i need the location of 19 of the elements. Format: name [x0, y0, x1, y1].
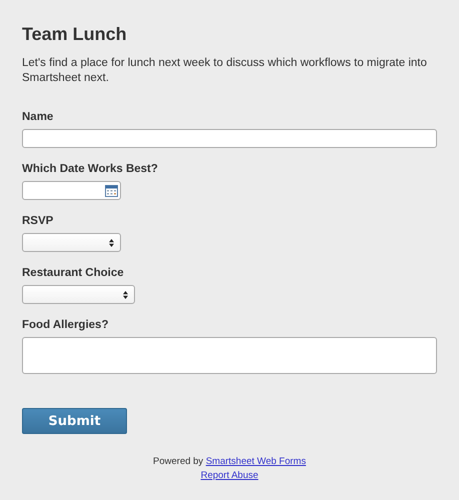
field-label: Name — [22, 110, 54, 124]
input-field[interactable] — [22, 129, 437, 148]
field-label: Which Date Works Best? — [22, 162, 158, 176]
powered-by-text: Powered by Smartsheet Web Forms — [153, 456, 306, 467]
updown-arrows-icon — [109, 238, 114, 246]
field-label: RSVP — [22, 214, 54, 228]
report-abuse-link[interactable]: Report Abuse — [200, 470, 258, 481]
submit-button[interactable]: Submit — [22, 408, 127, 434]
date-field[interactable] — [22, 181, 121, 200]
field-label: Restaurant Choice — [22, 266, 124, 280]
link[interactable]: Smartsheet Web Forms — [206, 456, 306, 467]
updown-arrows-icon — [123, 290, 128, 298]
form-description: Let's find a place for lunch next week to discuss which workflows to migrate into Smartsheet next. — [22, 56, 428, 86]
text-area[interactable] — [22, 337, 437, 374]
dropdown[interactable] — [22, 285, 135, 304]
dropdown[interactable] — [22, 233, 121, 252]
field-label: Food Allergies? — [22, 318, 108, 332]
calendar-icon[interactable] — [105, 184, 118, 196]
form-title: Team Lunch — [22, 23, 128, 46]
